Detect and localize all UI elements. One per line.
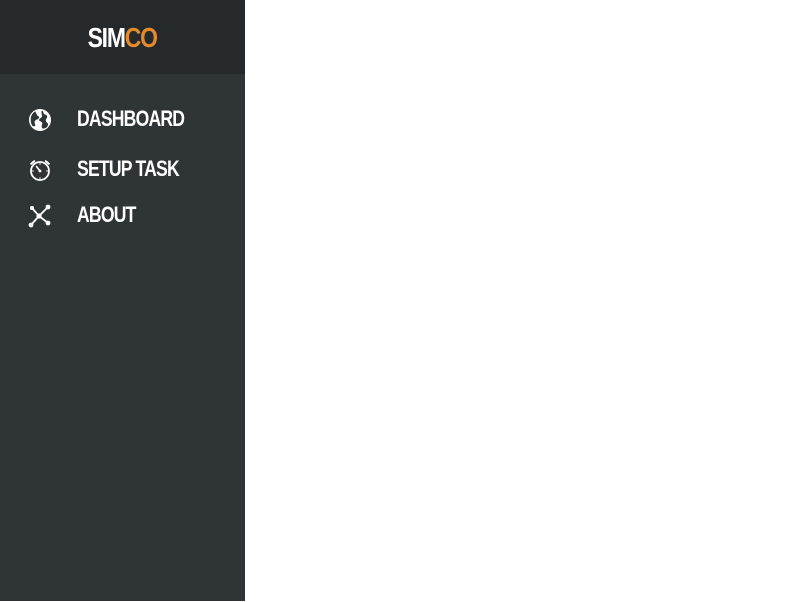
sidebar-item-about[interactable]: ABOUT <box>0 194 245 234</box>
network-icon <box>27 203 53 229</box>
brand-name-accent: CO <box>125 22 158 53</box>
sidebar-item-label: ABOUT <box>77 202 136 227</box>
sidebar-item-setup-task[interactable]: SETUP TASK <box>0 148 245 188</box>
brand-name-primary: SIM <box>87 22 126 53</box>
sidebar-item-dashboard[interactable]: DASHBOARD <box>0 98 245 138</box>
sidebar-item-label: SETUP TASK <box>77 156 180 181</box>
app-window: SIMCO DASHBOARD SETUP TASK ABOUT <box>0 0 802 602</box>
sidebar: SIMCO DASHBOARD SETUP TASK ABOUT <box>0 0 245 601</box>
stopwatch-icon <box>27 157 53 183</box>
main-content <box>245 0 802 602</box>
brand-logo[interactable]: SIMCO <box>87 22 158 54</box>
globe-icon <box>27 107 53 133</box>
brand-header: SIMCO <box>0 0 245 74</box>
sidebar-item-label: DASHBOARD <box>77 106 185 131</box>
